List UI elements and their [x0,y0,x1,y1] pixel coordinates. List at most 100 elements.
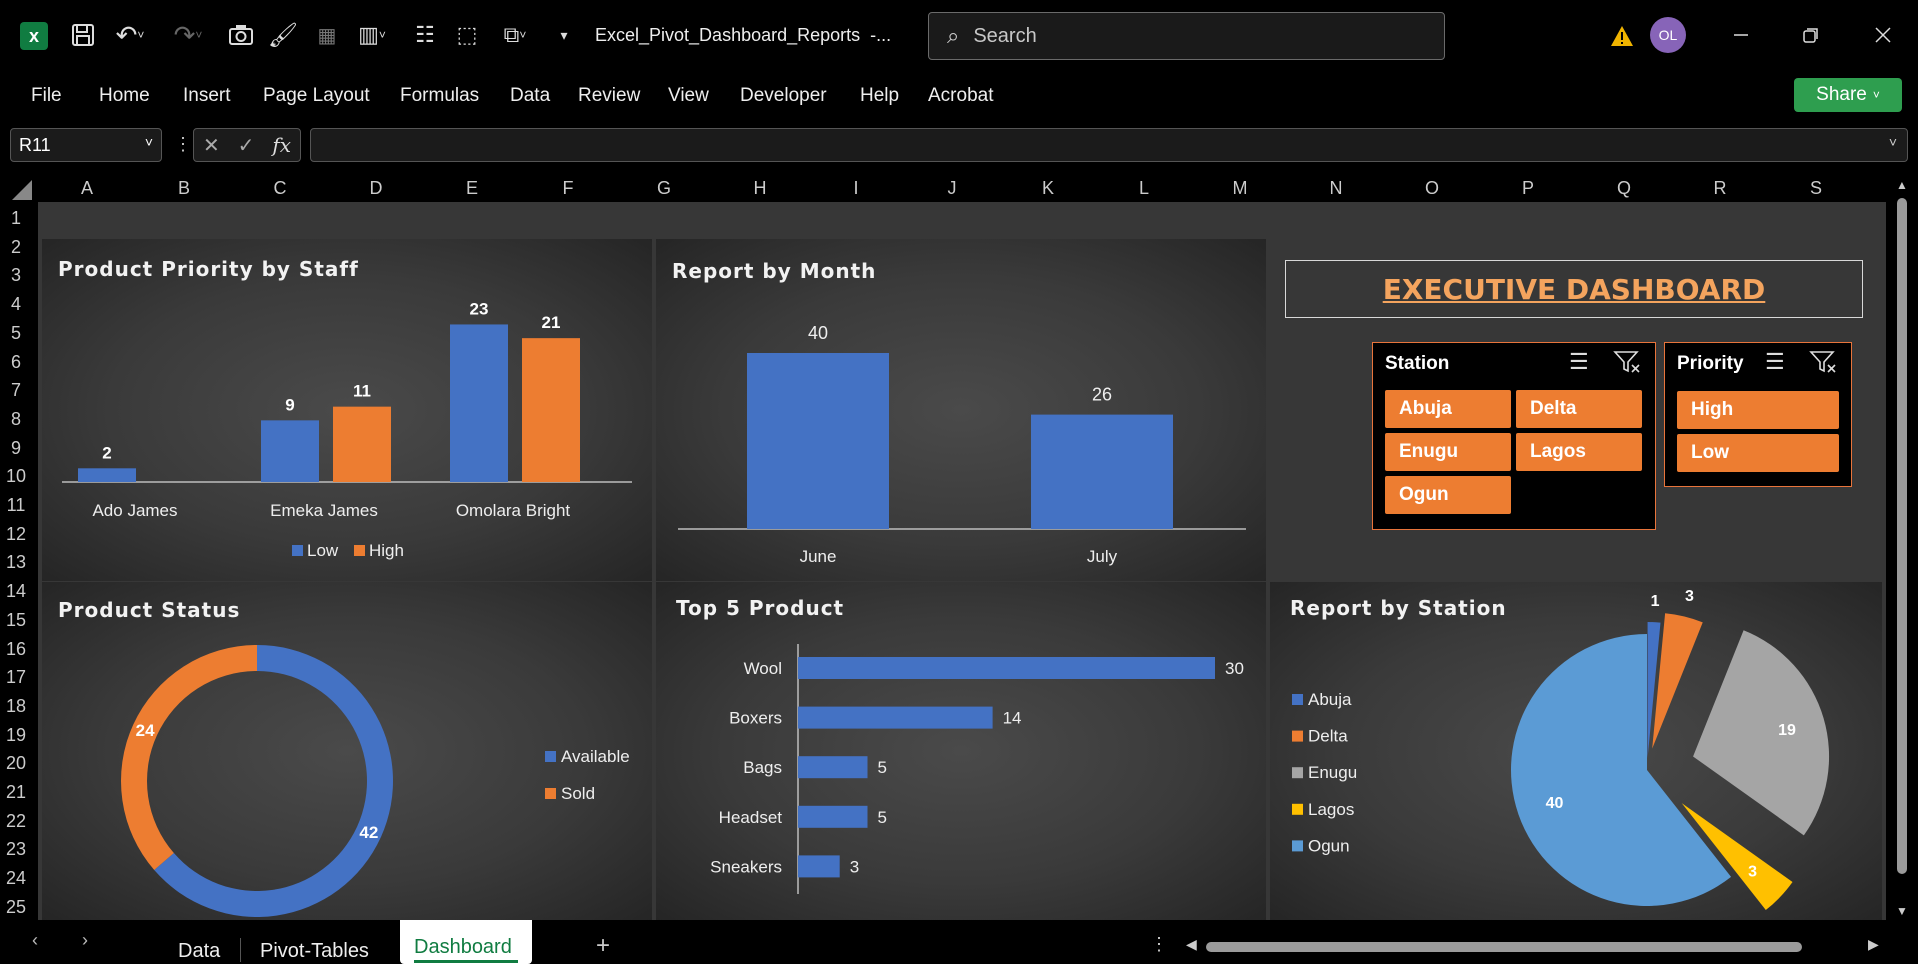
horizontal-scrollbar[interactable] [1206,942,1802,952]
add-sheet-icon[interactable]: + [596,932,610,960]
row-header-8[interactable]: 8 [0,409,32,430]
tab-file[interactable]: File [31,85,62,107]
column-header-a[interactable]: A [67,178,107,199]
share-button[interactable]: Share ˅ [1794,78,1902,112]
more-sheets-icon[interactable]: ⋮ [1150,934,1168,955]
column-header-b[interactable]: B [164,178,204,199]
slicer-item-abuja[interactable]: Abuja [1385,390,1511,428]
select-objects-icon[interactable]: ⬚ [452,20,482,50]
clear-filter-icon[interactable] [1809,349,1837,375]
station-slicer[interactable]: Station ☰ Abuja Delta Enugu Lagos Ogun [1372,342,1656,530]
tab-insert[interactable]: Insert [183,85,231,107]
tab-data[interactable]: Data [510,85,550,107]
column-header-r[interactable]: R [1700,178,1740,199]
chart-report-by-station[interactable]: Report by Station 1 3 19 3 40 Abuja Delta Enugu… [1270,582,1882,920]
column-header-n[interactable]: N [1316,178,1356,199]
scroll-up-icon[interactable]: ▲ [1896,178,1908,192]
chart-product-status[interactable]: Product Status 42 24 Available Sold [42,582,652,920]
priority-slicer[interactable]: Priority ☰ High Low [1664,342,1852,487]
row-header-11[interactable]: 11 [0,495,32,516]
row-header-25[interactable]: 25 [0,897,32,918]
chart-top5-product[interactable]: Top 5 Product 30 Wool 14 Boxers 5 Bags 5 Headse… [656,582,1266,920]
chart-report-by-month[interactable]: Report by Month 40 June 26 July [656,239,1266,581]
cancel-icon[interactable]: ✕ [203,133,220,158]
restore-icon[interactable] [1796,20,1826,50]
form-icon[interactable]: ☷ [410,20,440,50]
row-header-21[interactable]: 21 [0,782,32,803]
close-icon[interactable] [1868,20,1898,50]
column-header-k[interactable]: K [1028,178,1068,199]
row-header-24[interactable]: 24 [0,868,32,889]
tab-view[interactable]: View [668,85,709,107]
column-header-s[interactable]: S [1796,178,1836,199]
clear-filter-icon[interactable] [1613,349,1641,375]
column-header-g[interactable]: G [644,178,684,199]
row-header-4[interactable]: 4 [0,294,32,315]
sheet-tab-pivot-tables[interactable]: Pivot-Tables [260,940,369,963]
row-header-18[interactable]: 18 [0,696,32,717]
format-painter-icon[interactable]: 🖌 [268,20,298,50]
calculator-icon[interactable]: ▦ [312,20,342,50]
row-header-1[interactable]: 1 [0,208,32,229]
name-box[interactable]: R11 ˅ [10,128,162,162]
confirm-icon[interactable]: ✓ [238,133,255,158]
prev-sheet-icon[interactable]: ‹ [32,930,38,951]
slicer-item-low[interactable]: Low [1677,434,1839,472]
expand-formula-icon[interactable]: ˅ [1889,134,1897,150]
slicer-item-lagos[interactable]: Lagos [1516,433,1642,471]
search-box[interactable]: ⌕ Search [928,12,1445,60]
column-header-i[interactable]: I [836,178,876,199]
row-header-13[interactable]: 13 [0,552,32,573]
avatar[interactable]: OL [1650,17,1686,53]
minimize-icon[interactable] [1726,20,1756,50]
column-header-j[interactable]: J [932,178,972,199]
sheet-tab-data[interactable]: Data [178,940,220,963]
row-header-16[interactable]: 16 [0,639,32,660]
tab-help[interactable]: Help [860,85,899,107]
more-options-icon[interactable]: ⋮ [174,134,192,155]
column-header-o[interactable]: O [1412,178,1452,199]
row-header-14[interactable]: 14 [0,581,32,602]
tab-page-layout[interactable]: Page Layout [263,85,370,107]
select-all-corner[interactable] [12,180,32,200]
row-header-20[interactable]: 20 [0,753,32,774]
row-header-7[interactable]: 7 [0,380,32,401]
tab-review[interactable]: Review [578,85,640,107]
column-header-f[interactable]: F [548,178,588,199]
tab-acrobat[interactable]: Acrobat [928,85,993,107]
row-header-3[interactable]: 3 [0,265,32,286]
redo-icon[interactable]: ↷ ˅ [168,18,208,52]
scroll-down-icon[interactable]: ▼ [1896,904,1908,918]
slicer-item-ogun[interactable]: Ogun [1385,476,1511,514]
row-header-10[interactable]: 10 [0,466,32,487]
save-icon[interactable] [68,20,98,50]
customize-toolbar-icon[interactable]: ▾ [552,20,576,50]
column-header-e[interactable]: E [452,178,492,199]
sheet-tab-dashboard[interactable]: Dashboard [400,920,532,964]
vertical-scrollbar[interactable]: ▲ ▼ [1886,174,1918,920]
row-header-12[interactable]: 12 [0,524,32,545]
formula-input[interactable]: ˅ [310,128,1908,162]
multi-select-icon[interactable]: ☰ [1765,349,1785,375]
column-header-d[interactable]: D [356,178,396,199]
scroll-right-icon[interactable]: ▶ [1868,936,1879,953]
row-header-23[interactable]: 23 [0,839,32,860]
undo-icon[interactable]: ↶ ˅ [110,18,150,52]
tab-formulas[interactable]: Formulas [400,85,479,107]
row-header-17[interactable]: 17 [0,667,32,688]
chart-priority-by-staff[interactable]: Product Priority by Staff 2 Ado James 9 11 E… [42,239,652,581]
column-header-c[interactable]: C [260,178,300,199]
multi-select-icon[interactable]: ☰ [1569,349,1589,375]
slicer-item-delta[interactable]: Delta [1516,390,1642,428]
row-header-15[interactable]: 15 [0,610,32,631]
filmstrip-icon[interactable]: ▥ ˅ [350,20,394,50]
column-header-q[interactable]: Q [1604,178,1644,199]
column-header-h[interactable]: H [740,178,780,199]
column-header-l[interactable]: L [1124,178,1164,199]
column-header-p[interactable]: P [1508,178,1548,199]
slicer-item-high[interactable]: High [1677,391,1839,429]
screen-share-icon[interactable]: ⧉ ˅ [492,20,538,50]
tab-developer[interactable]: Developer [740,85,827,107]
row-header-2[interactable]: 2 [0,237,32,258]
warning-icon[interactable] [1608,22,1636,50]
